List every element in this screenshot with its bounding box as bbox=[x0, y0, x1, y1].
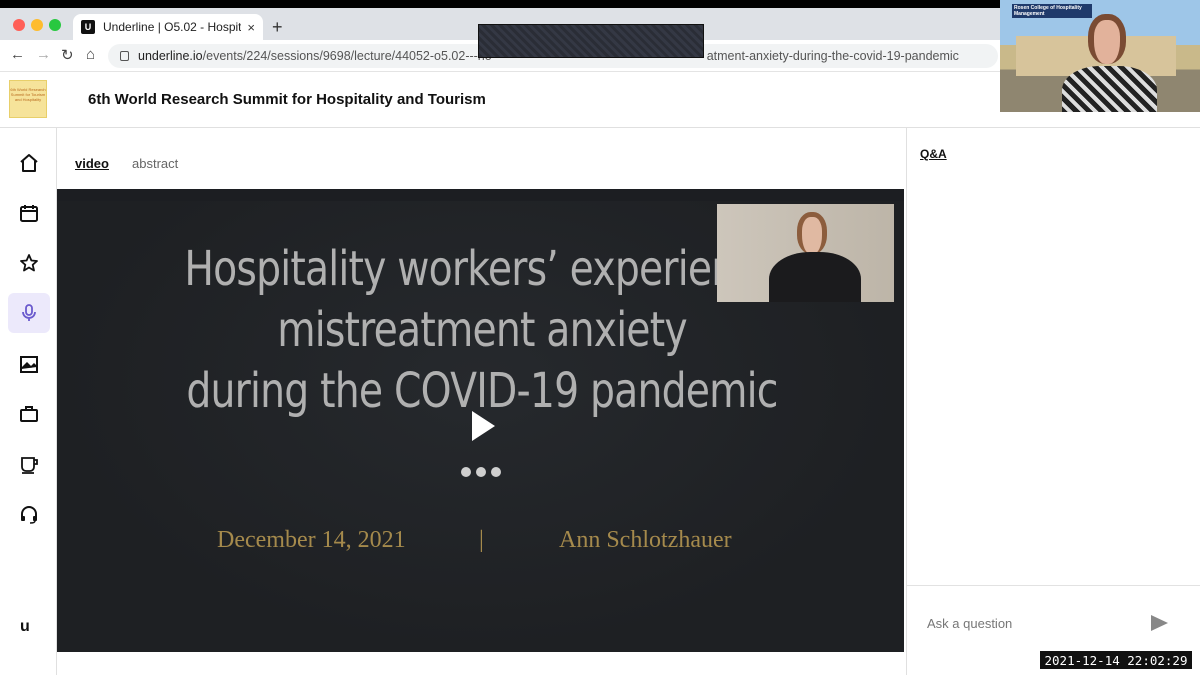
browser-tab[interactable]: U Underline | O5.02 - Hospitality × bbox=[73, 14, 263, 40]
loading-dot bbox=[491, 467, 501, 477]
close-window-button[interactable] bbox=[13, 19, 25, 31]
url-domain: underline.io bbox=[138, 49, 203, 63]
tab-abstract[interactable]: abstract bbox=[132, 156, 178, 171]
webcam-person-head bbox=[1088, 14, 1126, 64]
poster-icon bbox=[20, 356, 38, 373]
url-path: /events/224/sessions/9698/lecture/44052-… bbox=[202, 49, 492, 63]
sidebar-item-lectures[interactable] bbox=[8, 293, 50, 333]
webcam-person-body bbox=[1062, 66, 1157, 112]
sidebar-item-support[interactable] bbox=[8, 495, 50, 535]
speaker-head bbox=[797, 212, 827, 254]
lecture-main: video abstract Hospitality workers’ expe… bbox=[57, 128, 906, 675]
headset-icon bbox=[21, 506, 37, 524]
minimize-window-button[interactable] bbox=[31, 19, 43, 31]
host-webcam-overlay: Rosen College of Hospitality Management bbox=[1000, 0, 1200, 112]
slide-title-line-1: Hospitality workers’ experience bbox=[184, 241, 780, 297]
sidebar-nav: u bbox=[0, 128, 57, 675]
briefcase-icon bbox=[20, 406, 38, 422]
sidebar-item-home[interactable] bbox=[8, 143, 50, 183]
qa-panel: Q&A bbox=[906, 128, 1200, 675]
send-icon[interactable] bbox=[1151, 615, 1168, 631]
underline-logo[interactable]: u bbox=[20, 618, 30, 636]
video-frame: Hospitality workers’ experience mistreat… bbox=[57, 201, 904, 652]
play-icon[interactable] bbox=[472, 411, 495, 441]
loading-dot bbox=[476, 467, 486, 477]
tab-close-icon[interactable]: × bbox=[247, 20, 255, 35]
new-tab-button[interactable]: + bbox=[272, 17, 283, 38]
slide-separator: | bbox=[479, 527, 484, 553]
speaker-webcam bbox=[717, 204, 894, 302]
redaction-box bbox=[478, 24, 704, 58]
recording-timestamp: 2021-12-14 22:02:29 bbox=[1040, 651, 1192, 669]
event-title: 6th World Research Summit for Hospitalit… bbox=[88, 91, 486, 108]
tab-qa[interactable]: Q&A bbox=[920, 147, 947, 161]
zoom-window-button[interactable] bbox=[49, 19, 61, 31]
coffee-icon bbox=[21, 457, 38, 474]
slide-title: Hospitality workers’ experience mistreat… bbox=[166, 239, 797, 422]
forward-icon[interactable]: → bbox=[36, 46, 51, 63]
sidebar-item-networking[interactable] bbox=[8, 445, 50, 485]
sidebar-item-favorites[interactable] bbox=[8, 243, 50, 283]
microphone-icon bbox=[22, 304, 36, 321]
slide-date: December 14, 2021 bbox=[217, 527, 406, 553]
browser-tab-title: Underline | O5.02 - Hospitality bbox=[103, 20, 242, 34]
sidebar-item-exhibitors[interactable] bbox=[8, 394, 50, 434]
home-icon bbox=[20, 154, 38, 172]
slide-title-line-2: mistreatment anxiety bbox=[277, 302, 687, 358]
loading-dot bbox=[461, 467, 471, 477]
ask-question-input[interactable] bbox=[927, 616, 1137, 631]
calendar-icon bbox=[20, 205, 38, 222]
reload-icon[interactable]: ↻ bbox=[61, 46, 74, 64]
sidebar-item-calendar[interactable] bbox=[8, 193, 50, 233]
event-logo[interactable]: 6th World Research Summit for Tourism an… bbox=[9, 80, 47, 118]
loading-dots-icon bbox=[461, 467, 501, 477]
home-browser-icon[interactable]: ⌂ bbox=[86, 46, 95, 63]
tab-video[interactable]: video bbox=[75, 156, 109, 171]
slide-author: Ann Schlotzhauer bbox=[559, 527, 732, 553]
lock-icon bbox=[120, 51, 129, 61]
sidebar-item-posters[interactable] bbox=[8, 344, 50, 384]
back-icon[interactable]: ← bbox=[10, 46, 25, 63]
url-tail: atment-anxiety-during-the-covid-19-pande… bbox=[706, 49, 959, 63]
webcam-person bbox=[1062, 14, 1157, 112]
speaker-body bbox=[769, 252, 861, 302]
video-player[interactable]: Hospitality workers’ experience mistreat… bbox=[57, 189, 904, 652]
underline-favicon-icon: U bbox=[81, 20, 95, 34]
star-icon bbox=[20, 254, 38, 272]
